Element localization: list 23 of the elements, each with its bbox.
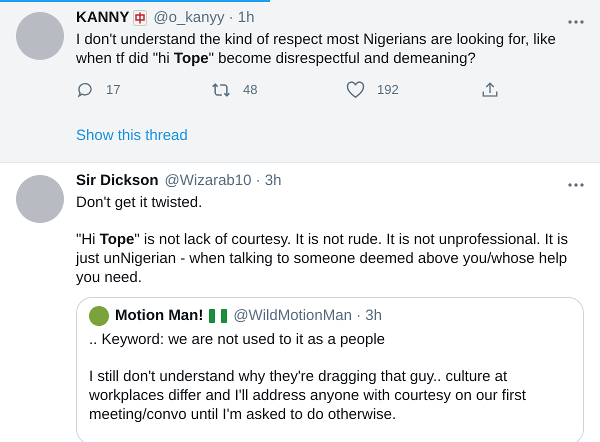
handle-and-time: @WildMotionMan · 3h	[233, 306, 382, 326]
handle-and-time: @o_kanyy · 1h	[153, 8, 254, 28]
retweet-count: 48	[243, 81, 258, 99]
more-options-icon[interactable]	[568, 20, 584, 24]
handle-and-time: @Wizarab10 · 3h	[164, 170, 282, 190]
like-count: 192	[377, 81, 399, 99]
tweet-text: "Hi Tope" is not lack of courtesy. It is not rude. It is not unprofessional. It is just unNigerian - when talking to someone deemed above you/whose help you need.	[76, 230, 569, 286]
quoted-tweet[interactable]	[76, 296, 584, 442]
heart-icon[interactable]	[346, 80, 365, 99]
more-options-icon[interactable]	[568, 182, 584, 186]
display-name: Motion Man!	[115, 306, 204, 326]
share-icon[interactable]	[481, 80, 499, 99]
retweet-icon[interactable]	[211, 80, 231, 99]
quoted-text: .. Keyword: we are not used to it as a people	[89, 330, 386, 348]
display-name[interactable]: Sir Dickson	[76, 170, 159, 190]
tweet-text: Don't get it twisted.	[76, 192, 204, 212]
tweet-text: I don't understand the kind of respect most Nigerians are looking for, like when tf did "hi Tope" become disrespectful and demeaning?	[76, 30, 557, 68]
avatar	[89, 306, 109, 326]
reply-count: 17	[106, 81, 120, 99]
quoted-text: I still don't understand why they're dragging that guy.. culture at workplaces differ and I'll address anyone with courtesy on our first meeting/convo until I'm asked to do otherwise.	[89, 366, 527, 424]
flag-icon	[209, 308, 228, 322]
display-name[interactable]: KANNY	[76, 8, 130, 28]
reply-icon[interactable]	[76, 80, 94, 99]
